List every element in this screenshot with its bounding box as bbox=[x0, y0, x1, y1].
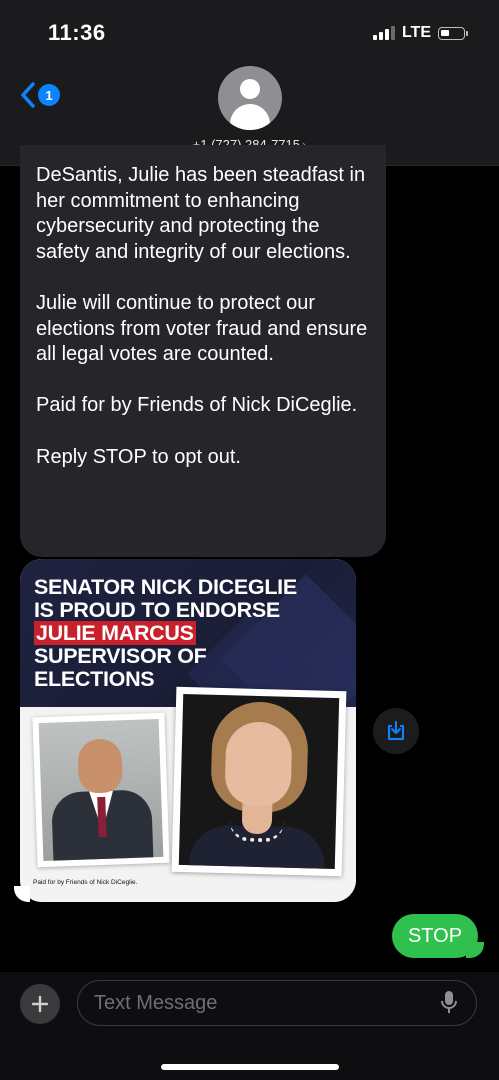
save-download-icon bbox=[388, 721, 404, 740]
conversation-header: 11:36 LTE 1 +1 (727) 284-7715› bbox=[0, 0, 499, 166]
bubble-tail bbox=[14, 886, 30, 902]
dictation-button[interactable] bbox=[440, 989, 458, 1022]
message-input[interactable]: Text Message bbox=[77, 980, 477, 1026]
photo-candidate bbox=[171, 686, 347, 877]
apps-plus-button[interactable] bbox=[20, 984, 60, 1024]
poster-line: SUPERVISOR OF bbox=[34, 644, 207, 668]
poster-banner: SENATOR NICK DICEGLIE IS PROUD TO ENDORS… bbox=[20, 559, 356, 744]
status-time: 11:36 bbox=[48, 20, 106, 45]
poster-line: IS PROUD TO ENDORSE bbox=[34, 598, 280, 622]
poster-line: ELECTIONS bbox=[34, 667, 155, 691]
plus-icon bbox=[31, 995, 49, 1013]
message-paragraph: DeSantis, Julie has been steadfast in he… bbox=[36, 164, 366, 263]
save-image-button[interactable] bbox=[373, 708, 419, 754]
poster-disclaimer: Paid for by Friends of Nick DiCeglie. bbox=[33, 879, 138, 886]
signal-icon bbox=[372, 26, 395, 40]
unread-badge: 1 bbox=[38, 84, 60, 106]
message-paragraph: Paid for by Friends of Nick DiCeglie. bbox=[36, 394, 358, 417]
poster-candidate-name: JULIE MARCUS bbox=[34, 621, 196, 645]
contact-avatar-icon[interactable] bbox=[218, 66, 282, 130]
network-type: LTE bbox=[401, 24, 431, 41]
battery-icon bbox=[438, 26, 468, 40]
message-paragraph: Julie will continue to protect our elect… bbox=[36, 291, 368, 366]
incoming-message-bubble[interactable]: DeSantis, Julie has been steadfast in he… bbox=[20, 145, 386, 557]
image-attachment[interactable]: SENATOR NICK DICEGLIE IS PROUD TO ENDORS… bbox=[20, 559, 356, 902]
poster-line: SENATOR NICK DICEGLIE bbox=[34, 575, 297, 599]
photo-senator bbox=[32, 712, 170, 868]
microphone-icon bbox=[441, 991, 457, 1013]
status-indicators: LTE bbox=[372, 24, 468, 42]
message-paragraph: Reply STOP to opt out. bbox=[36, 445, 241, 468]
outgoing-message-bubble[interactable]: STOP bbox=[392, 914, 478, 958]
poster-headline: SENATOR NICK DICEGLIE IS PROUD TO ENDORS… bbox=[34, 576, 297, 691]
home-indicator[interactable] bbox=[161, 1064, 339, 1070]
back-chevron-icon bbox=[21, 82, 35, 108]
back-button[interactable]: 1 bbox=[20, 82, 60, 108]
message-input-placeholder: Text Message bbox=[94, 991, 218, 1014]
